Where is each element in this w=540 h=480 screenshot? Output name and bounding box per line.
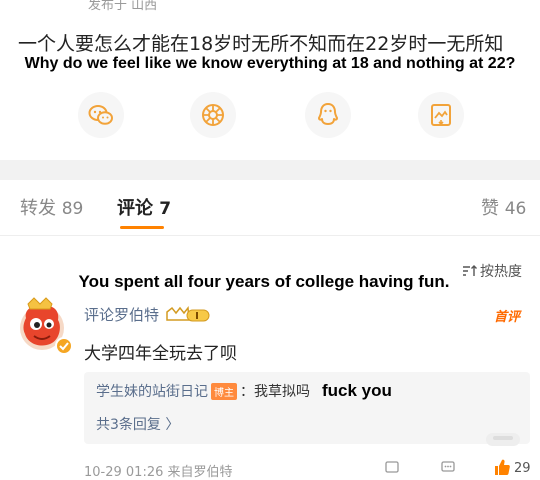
first-comment-badge: 首评 <box>494 310 521 325</box>
share-wechat-button[interactable] <box>78 92 124 138</box>
reply-text: 我草拟吗 <box>254 384 310 400</box>
tab-comments-label: 评论 <box>117 198 153 219</box>
tab-bar: 转发 89 评论 7 赞 46 <box>0 180 540 236</box>
comment-text: 大学四年全玩去了呗 <box>84 344 237 364</box>
save-image-button[interactable] <box>418 92 464 138</box>
qq-icon <box>318 103 338 125</box>
comment-timestamp: 10-29 01:26 来自罗伯特 <box>84 465 233 480</box>
reply-translation: fuck you <box>322 381 392 400</box>
tab-repost-count: 89 <box>61 199 84 219</box>
tab-comments-count: 7 <box>159 199 172 219</box>
wechat-icon <box>88 105 113 125</box>
post-title: 一个人要怎么才能在18岁时无所不知而在22岁时一无所知 <box>18 33 504 55</box>
view-more-replies-link[interactable]: 共3条回复 〉 <box>96 414 179 434</box>
tab-comments[interactable]: 评论 7 <box>117 194 171 220</box>
save-image-icon <box>431 104 451 126</box>
like-count: 29 <box>514 461 531 476</box>
section-divider <box>0 160 540 180</box>
share-icon[interactable] <box>384 459 400 475</box>
comment-actions: 29 <box>384 455 534 477</box>
share-moments-button[interactable] <box>190 92 236 138</box>
reply-line: 学生妹的站街日记 博主 ： 我草拟吗 fuck you <box>96 381 392 401</box>
avatar[interactable] <box>14 296 74 356</box>
tab-likes[interactable]: 赞 46 <box>481 194 526 220</box>
active-tab-indicator <box>120 226 164 229</box>
avatar-image <box>20 297 73 355</box>
comment-translation: You spent all four years of college havi… <box>78 272 450 291</box>
comment-author-name[interactable]: 评论罗伯特 <box>84 304 159 325</box>
moments-icon <box>202 104 224 126</box>
watermark-icon <box>493 436 513 440</box>
member-level-badge <box>165 305 211 324</box>
tab-likes-count: 46 <box>504 199 527 219</box>
comment-author-row: 评论罗伯特 <box>84 304 211 325</box>
comment-reply-icon[interactable] <box>440 459 456 475</box>
watermark-chip <box>486 433 520 446</box>
post-title-translation: Why do we feel like we know everything a… <box>24 55 516 72</box>
tab-likes-label: 赞 <box>481 198 499 219</box>
reply-colon: ： <box>240 384 254 400</box>
post-location: 发布于 山西 <box>88 0 158 13</box>
reply-user-name[interactable]: 学生妹的站街日记 <box>96 381 208 401</box>
tab-repost[interactable]: 转发 89 <box>20 194 83 220</box>
tab-repost-label: 转发 <box>20 198 56 219</box>
share-qq-button[interactable] <box>305 92 351 138</box>
blogger-badge: 博主 <box>211 382 237 400</box>
crown-icon <box>166 305 210 321</box>
reply-preview-box[interactable]: 学生妹的站街日记 博主 ： 我草拟吗 fuck you 共3条回复 〉 <box>84 372 530 444</box>
like-icon[interactable] <box>492 457 512 477</box>
